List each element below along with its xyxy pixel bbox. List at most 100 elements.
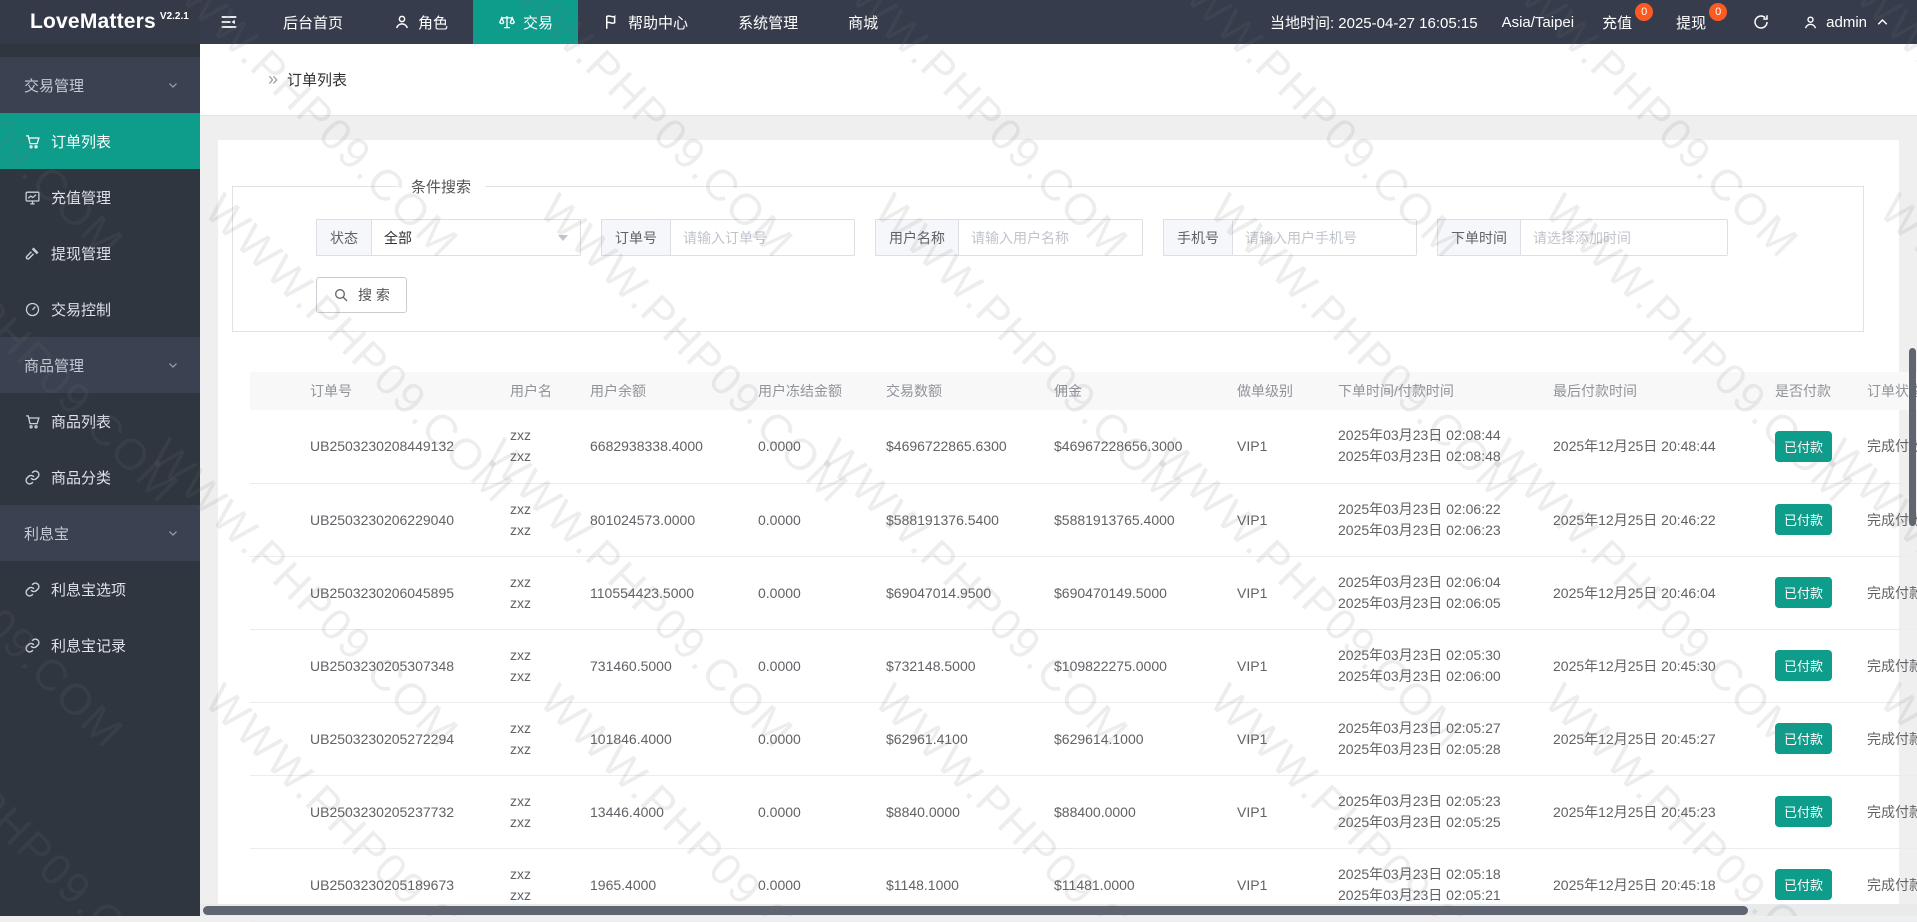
sidebar-item-trade-control[interactable]: 交易控制	[0, 281, 200, 337]
search-button-label: 搜 索	[358, 285, 390, 305]
cell-order-pay-times: 2025年03月23日 02:05:232025年03月23日 02:05:25	[1338, 775, 1553, 848]
cell-username: zxzzxz	[510, 775, 590, 848]
cell-balance: 13446.4000	[590, 775, 758, 848]
table-body: UB2503230208449132zxzzxz6682938338.40000…	[250, 410, 1917, 921]
refresh-icon	[1752, 13, 1770, 31]
table-row: UB2503230205237732zxzzxz13446.40000.0000…	[250, 775, 1917, 848]
cell-amount: $69047014.9500	[886, 556, 1054, 629]
cell-order-no: UB2503230205272294	[250, 702, 510, 775]
cell-paid: 已付款	[1775, 410, 1867, 483]
cell-last-pay-time: 2025年12月25日 20:45:23	[1553, 775, 1775, 848]
nav-item-label: 后台首页	[283, 12, 343, 33]
sidebar-item-label: 商品分类	[51, 467, 111, 488]
horizontal-scrollbar-thumb[interactable]	[203, 906, 1748, 915]
brand-logo: LoveMatters V2.2.1	[0, 0, 200, 44]
local-time-label: 当地时间: 2025-04-27 16:05:15	[1258, 0, 1490, 44]
user-line: zxz	[510, 446, 590, 467]
cell-username: zxzzxz	[510, 410, 590, 483]
time-line: 2025年03月23日 02:06:23	[1338, 520, 1553, 541]
recharge-count-badge: 0	[1635, 3, 1653, 21]
user-line: zxz	[510, 572, 590, 593]
sidebar-item-label: 利息宝选项	[51, 579, 126, 600]
sidebar-item-label: 订单列表	[51, 131, 111, 152]
user-line: zxz	[510, 718, 590, 739]
search-input-order_time[interactable]	[1520, 219, 1728, 256]
user-line: zxz	[510, 499, 590, 520]
column-header-frozen: 用户冻结金额	[758, 372, 886, 410]
vertical-scrollbar-thumb[interactable]	[1909, 348, 1916, 526]
search-panel-title: 条件搜索	[397, 176, 485, 197]
cell-level: VIP1	[1237, 775, 1338, 848]
cell-username: zxzzxz	[510, 702, 590, 775]
sidebar-item-recharge-manage[interactable]: 充值管理	[0, 169, 200, 225]
cell-amount: $732148.5000	[886, 629, 1054, 702]
page-title: 订单列表	[287, 69, 347, 90]
search-input-username[interactable]	[958, 219, 1143, 256]
user-line: zxz	[510, 425, 590, 446]
cell-level: VIP1	[1237, 629, 1338, 702]
sidebar-item-interest-options[interactable]: 利息宝选项	[0, 561, 200, 617]
sidebar-group-trade-manage[interactable]: 交易管理	[0, 57, 200, 113]
search-input-phone[interactable]	[1232, 219, 1417, 256]
column-header-balance: 用户余额	[590, 372, 758, 410]
user-line: zxz	[510, 739, 590, 760]
search-button[interactable]: 搜 索	[316, 277, 407, 313]
cell-last-pay-time: 2025年12月25日 20:46:04	[1553, 556, 1775, 629]
search-input-order_no[interactable]	[670, 219, 855, 256]
cell-amount: $4696722865.6300	[886, 410, 1054, 483]
sidebar-group-interest[interactable]: 利息宝	[0, 505, 200, 561]
content-area: 条件搜索 状态全部订单号用户名称手机号下单时间 搜 索 订单号用户名用户余额用户…	[200, 116, 1917, 916]
cell-frozen: 0.0000	[758, 483, 886, 556]
nav-item-help[interactable]: 帮助中心	[578, 0, 713, 44]
cell-commission: $46967228656.3000	[1054, 410, 1237, 483]
breadcrumb-arrow-icon: »	[268, 69, 278, 90]
cell-order-status: 完成付款	[1867, 629, 1917, 702]
horizontal-scrollbar[interactable]	[200, 904, 1917, 916]
admin-user-menu[interactable]: admin	[1788, 0, 1917, 44]
sidebar-group-goods-manage[interactable]: 商品管理	[0, 337, 200, 393]
nav-item-system[interactable]: 系统管理	[713, 0, 823, 44]
navbar-menu: 后台首页 角色交易帮助中心系统管理商城	[258, 0, 903, 44]
sidebar-item-goods-category[interactable]: 商品分类	[0, 449, 200, 505]
sidebar-item-interest-records[interactable]: 利息宝记录	[0, 617, 200, 673]
cell-order-no: UB2503230206229040	[250, 483, 510, 556]
caret-down-icon	[558, 235, 568, 246]
sidebar-item-label: 充值管理	[51, 187, 111, 208]
nav-item-trade[interactable]: 交易	[473, 0, 578, 44]
brand-name: LoveMatters	[30, 10, 156, 34]
top-navbar: LoveMatters V2.2.1 后台首页 角色交易帮助中心系统管理商城 当地…	[0, 0, 1917, 44]
chevron-down-icon	[166, 78, 180, 92]
orders-table: 订单号用户名用户余额用户冻结金额交易数额佣金做单级别下单时间/付款时间最后付款时…	[250, 372, 1917, 922]
sidebar-item-withdraw-manage[interactable]: 提现管理	[0, 225, 200, 281]
sidebar-group-label: 商品管理	[24, 355, 84, 376]
cell-paid: 已付款	[1775, 775, 1867, 848]
cell-username: zxzzxz	[510, 483, 590, 556]
search-field-order_time: 下单时间	[1437, 219, 1728, 256]
nav-withdraw[interactable]: 提现 0	[1660, 0, 1734, 44]
sidebar-item-label: 交易控制	[51, 299, 111, 320]
cell-balance: 101846.4000	[590, 702, 758, 775]
column-header-amount: 交易数额	[886, 372, 1054, 410]
cell-order-status: 完成付款	[1867, 702, 1917, 775]
cell-paid: 已付款	[1775, 702, 1867, 775]
cell-order-pay-times: 2025年03月23日 02:08:442025年03月23日 02:08:48	[1338, 410, 1553, 483]
cell-last-pay-time: 2025年12月25日 20:46:22	[1553, 483, 1775, 556]
sidebar-item-order-list[interactable]: 订单列表	[0, 113, 200, 169]
user-line: zxz	[510, 864, 590, 885]
search-select-status[interactable]: 全部	[371, 219, 581, 256]
nav-item-home[interactable]: 后台首页	[258, 0, 368, 44]
cell-paid: 已付款	[1775, 556, 1867, 629]
sidebar-toggle-button[interactable]	[200, 0, 258, 44]
sidebar-item-label: 利息宝记录	[51, 635, 126, 656]
cell-level: VIP1	[1237, 556, 1338, 629]
user-line: zxz	[510, 812, 590, 833]
time-line: 2025年03月23日 02:06:05	[1338, 593, 1553, 614]
sidebar-item-goods-list[interactable]: 商品列表	[0, 393, 200, 449]
column-header-paid: 是否付款	[1775, 372, 1867, 410]
nav-item-roles[interactable]: 角色	[368, 0, 473, 44]
orders-table-wrap: 订单号用户名用户余额用户冻结金额交易数额佣金做单级别下单时间/付款时间最后付款时…	[250, 372, 1899, 922]
cell-last-pay-time: 2025年12月25日 20:45:30	[1553, 629, 1775, 702]
nav-recharge[interactable]: 充值 0	[1586, 0, 1660, 44]
nav-item-mall[interactable]: 商城	[823, 0, 903, 44]
refresh-button[interactable]	[1734, 0, 1788, 44]
